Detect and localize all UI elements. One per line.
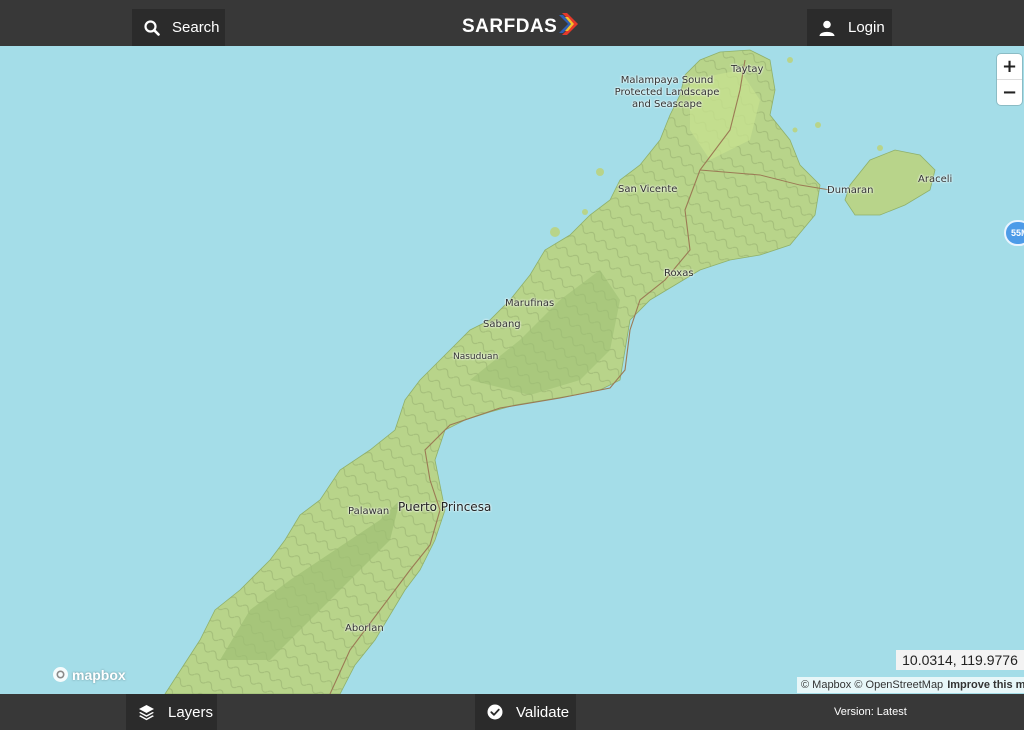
search-label: Search	[172, 19, 220, 36]
layers-icon	[138, 704, 155, 721]
mapbox-icon	[53, 667, 68, 682]
place-label-sabang: Sabang	[483, 319, 521, 330]
improve-map-link[interactable]: Improve this map	[947, 679, 1024, 691]
zoom-out-button[interactable]: −	[997, 80, 1022, 105]
search-icon	[144, 19, 160, 36]
mapbox-logo-text: mapbox	[72, 666, 126, 683]
top-navbar: Search SARFDAS Login	[0, 0, 1024, 46]
layers-button[interactable]: Layers	[126, 694, 217, 730]
search-button[interactable]: Search	[132, 9, 225, 46]
coordinate-readout: 10.0314, 119.9776	[896, 650, 1024, 670]
zoom-control: + −	[997, 54, 1022, 105]
place-label-puerto-princesa: Puerto Princesa	[398, 500, 492, 514]
place-label-malampaya: Malampaya Sound Protected Landscape and …	[614, 75, 720, 110]
place-label-aborlan: Aborlan	[345, 623, 384, 634]
validate-button[interactable]: Validate	[475, 694, 576, 730]
login-button[interactable]: Login	[807, 9, 892, 46]
user-icon	[819, 20, 835, 36]
attribution-osm-link[interactable]: © OpenStreetMap	[854, 679, 943, 691]
place-label-palawan: Palawan	[348, 506, 390, 517]
mapbox-logo[interactable]: mapbox	[52, 666, 126, 683]
place-label-san-vicente: San Vicente	[618, 184, 678, 195]
chevron-logo-icon	[558, 12, 582, 41]
login-label: Login	[848, 19, 885, 36]
place-label-roxas: Roxas	[664, 268, 694, 279]
place-label-marufinas: Marufinas	[505, 298, 555, 309]
map-attribution: © Mapbox © OpenStreetMap Improve this ma…	[797, 677, 1024, 693]
validate-label: Validate	[516, 703, 570, 721]
place-label-taytay: Taytay	[731, 64, 764, 75]
map-canvas[interactable]: Taytay Malampaya Sound Protected Landsca…	[0, 46, 1024, 694]
brand-logo[interactable]: SARFDAS	[462, 12, 582, 41]
brand-name: SARFDAS	[462, 15, 558, 37]
version-label: Version: Latest	[834, 706, 907, 718]
layers-label: Layers	[168, 703, 214, 721]
place-label-nasuduan: Nasuduan	[453, 352, 499, 362]
check-circle-icon	[487, 704, 503, 720]
attribution-mapbox-link[interactable]: © Mapbox	[801, 679, 851, 691]
map-terrain	[0, 46, 1024, 694]
zoom-in-button[interactable]: +	[997, 54, 1022, 79]
place-label-dumaran: Dumaran	[827, 185, 874, 196]
place-label-araceli: Araceli	[918, 174, 953, 185]
map-marker[interactable]: 55M	[1004, 220, 1024, 246]
